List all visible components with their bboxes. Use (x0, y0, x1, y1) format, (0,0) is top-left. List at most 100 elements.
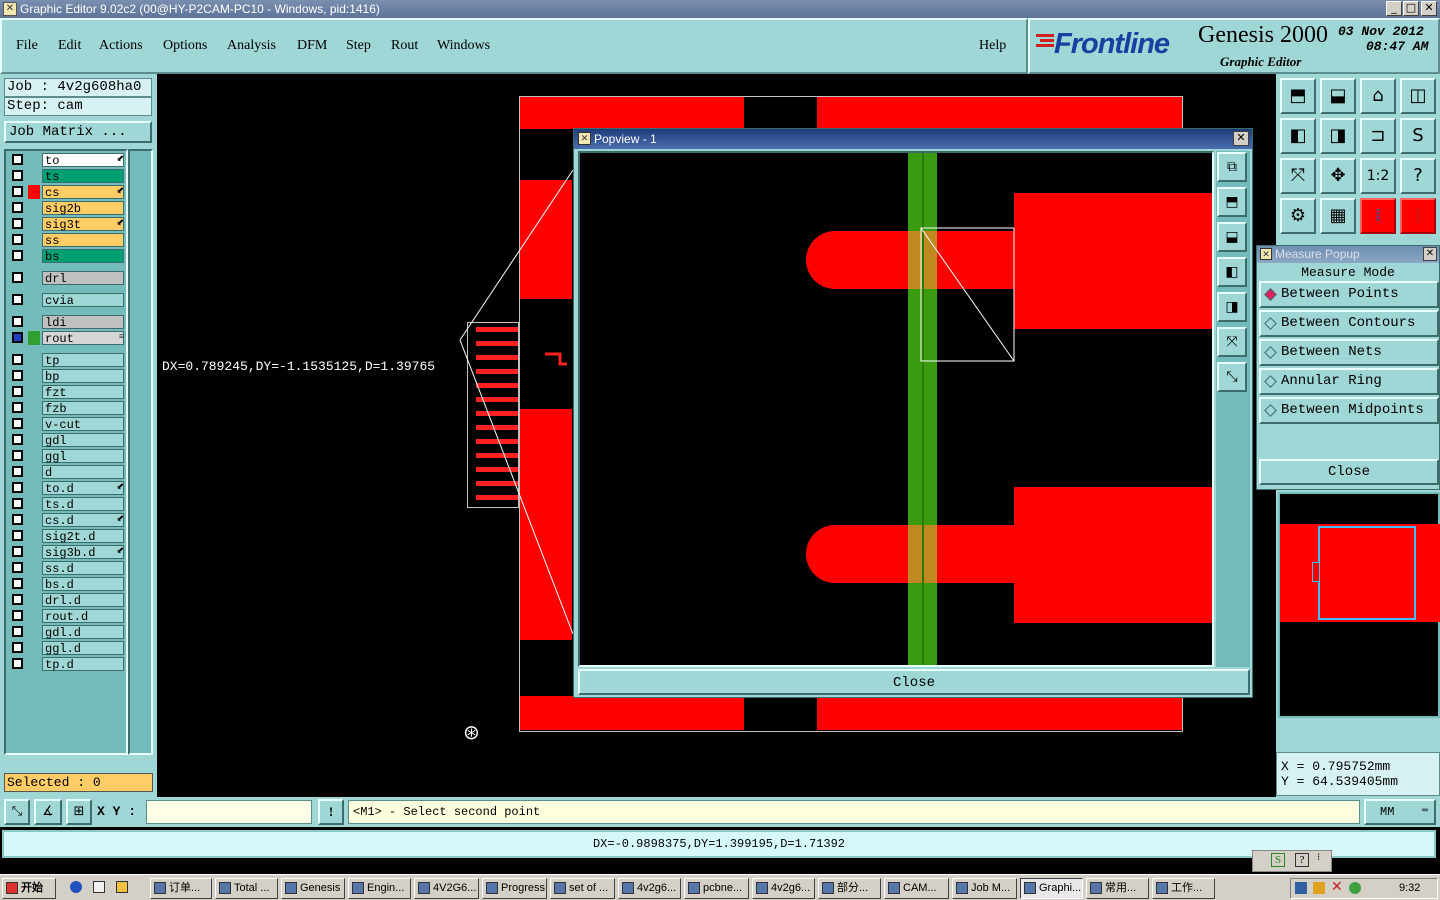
layer-checkbox[interactable] (12, 466, 23, 477)
layer-row[interactable]: fzt (8, 385, 126, 400)
layer-color-swatch[interactable] (28, 449, 40, 463)
measure-close-button[interactable]: Close (1259, 459, 1439, 485)
layer-color-swatch[interactable] (28, 529, 40, 543)
layer-checkbox[interactable] (12, 434, 23, 445)
taskbar-task[interactable]: 常用... (1086, 878, 1149, 899)
layer-name[interactable]: sig3t (42, 217, 124, 232)
layer-row[interactable]: ss.d (8, 561, 126, 576)
measure-option-between-contours[interactable]: Between Contours (1259, 310, 1439, 337)
layer-name[interactable]: gdl.d (42, 625, 124, 640)
layer-color-swatch[interactable] (28, 353, 40, 367)
layer-name[interactable]: ss.d (42, 561, 124, 576)
layer-checkbox[interactable] (12, 546, 23, 557)
layer-scrollbar[interactable] (128, 149, 153, 755)
layer-name[interactable]: drl (42, 271, 124, 286)
layer-checkbox[interactable] (12, 626, 23, 637)
layer-name[interactable]: bs.d (42, 577, 124, 592)
layer-name[interactable]: bp (42, 369, 124, 384)
popview-title-bar[interactable]: ✕ Popview - 1 ✕ (574, 129, 1252, 149)
help-icon[interactable]: ? (1400, 158, 1436, 194)
snake-icon[interactable]: S (1400, 118, 1436, 154)
layer-row[interactable]: sig3b.d ⬋ (8, 545, 126, 560)
taskbar-task[interactable]: Genesis (281, 878, 345, 899)
language-bar[interactable]: S ? ⁝ (1252, 850, 1332, 872)
layer-color-swatch[interactable] (28, 201, 40, 215)
taskbar-task[interactable]: 4v2g6... (618, 878, 681, 899)
layer-name[interactable]: cs.d (42, 513, 124, 528)
layer-row[interactable]: ggl.d (8, 641, 126, 656)
menu-options[interactable]: Options (163, 38, 207, 54)
job-matrix-button[interactable]: Job Matrix ... (4, 121, 152, 143)
taskbar-task[interactable]: 工作... (1152, 878, 1215, 899)
popview-home-icon[interactable]: ⤡ (1217, 362, 1247, 392)
layer-name[interactable]: cvia (42, 293, 124, 308)
grid-snap-icon[interactable]: ⊞ (66, 799, 92, 825)
layer-checkbox[interactable] (12, 402, 23, 413)
layer-color-swatch[interactable] (28, 331, 40, 345)
layer-color-swatch[interactable] (28, 249, 40, 263)
popview-zoom-icon[interactable]: ⧉ (1217, 152, 1247, 182)
layer-color-swatch[interactable] (28, 271, 40, 285)
layer-name[interactable]: ts.d (42, 497, 124, 512)
layer-color-swatch[interactable] (28, 657, 40, 671)
layer-checkbox[interactable] (12, 498, 23, 509)
net-highlight-icon[interactable]: ⁞ (1360, 198, 1396, 234)
layer-name[interactable]: tp.d (42, 657, 124, 672)
measure-option-between-points[interactable]: Between Points (1259, 281, 1439, 308)
layer-color-swatch[interactable] (28, 185, 40, 199)
layer-checkbox[interactable] (12, 370, 23, 381)
layer-color-swatch[interactable] (28, 169, 40, 183)
layer-row[interactable]: bs.d (8, 577, 126, 592)
layer-name[interactable]: sig2b (42, 201, 124, 216)
house-icon[interactable]: ⌂ (1360, 78, 1396, 114)
help-icon[interactable]: ? (1295, 853, 1309, 867)
layer-color-swatch[interactable] (28, 417, 40, 431)
layer-color-swatch[interactable] (28, 497, 40, 511)
layer-row[interactable]: tp.d (8, 657, 126, 672)
popview-pan-left-icon[interactable]: ◧ (1217, 257, 1247, 287)
layer-color-swatch[interactable] (28, 625, 40, 639)
layer-name[interactable]: ggl (42, 449, 124, 464)
layer-checkbox[interactable] (12, 354, 23, 365)
layer-name[interactable]: tp (42, 353, 124, 368)
layer-row[interactable]: drl (8, 271, 126, 286)
layer-checkbox[interactable] (12, 154, 23, 165)
menu-dfm[interactable]: DFM (297, 38, 327, 54)
zoom-out-icon[interactable]: ⬓ (1320, 78, 1356, 114)
taskbar-task[interactable]: 4v2g6... (752, 878, 815, 899)
taskbar-task[interactable]: Job M... (952, 878, 1017, 899)
layer-color-swatch[interactable] (28, 153, 40, 167)
layer-color-swatch[interactable] (28, 641, 40, 655)
layer-color-swatch[interactable] (28, 465, 40, 479)
popview-close-button[interactable]: Close (578, 669, 1250, 695)
layer-name[interactable]: v-cut (42, 417, 124, 432)
pan-left-icon[interactable]: ◧ (1280, 118, 1316, 154)
layer-row[interactable]: cs.d ⬋ (8, 513, 126, 528)
menu-rout[interactable]: Rout (391, 38, 418, 54)
close-window-button[interactable]: ✕ (1421, 1, 1437, 16)
taskbar-task[interactable]: Graphi... (1020, 878, 1083, 899)
update-icon[interactable] (1349, 882, 1361, 894)
overview-map[interactable] (1278, 492, 1440, 718)
window-zoom-icon[interactable]: ◫ (1400, 78, 1436, 114)
layer-name[interactable]: ggl.d (42, 641, 124, 656)
layer-checkbox[interactable] (12, 218, 23, 229)
layer-row[interactable]: rout ≡ (8, 331, 126, 346)
scale-one-to-two-icon[interactable]: 1:2 (1360, 158, 1396, 194)
zoom-home-icon[interactable]: ⬒ (1280, 78, 1316, 114)
layer-color-swatch[interactable] (28, 609, 40, 623)
popview-pan-up-icon[interactable]: ⬒ (1217, 187, 1247, 217)
layer-row[interactable]: rout.d (8, 609, 126, 624)
layer-name[interactable]: ldi (42, 315, 124, 330)
layer-name[interactable]: bs (42, 249, 124, 264)
wrench-icon[interactable]: ⚙ (1280, 198, 1316, 234)
menu-actions[interactable]: Actions (99, 38, 143, 54)
layer-color-swatch[interactable] (28, 233, 40, 247)
layer-checkbox[interactable] (12, 332, 23, 343)
xy-input[interactable] (146, 800, 312, 824)
maximize-button[interactable]: □ (1403, 1, 1419, 16)
layer-row[interactable]: cs ⬋ (8, 185, 126, 200)
taskbar-task[interactable]: pcbne... (684, 878, 749, 899)
menu-file[interactable]: File (16, 38, 38, 54)
layer-checkbox[interactable] (12, 250, 23, 261)
